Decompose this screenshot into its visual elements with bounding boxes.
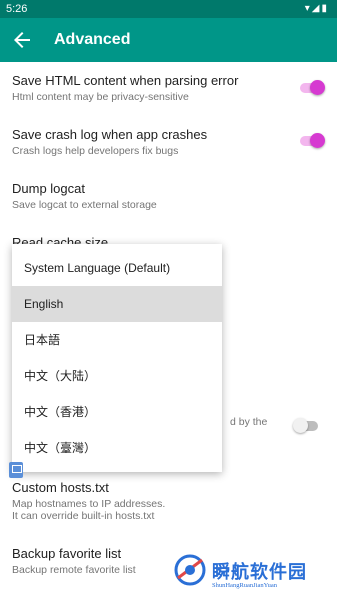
language-dropdown-menu: System Language (Default) English 日本語 中文… [12, 244, 222, 472]
setting-title: Save crash log when app crashes [12, 127, 208, 142]
watermark-text: 瞬航软件园 [212, 562, 307, 583]
switch-thumb [310, 133, 325, 148]
language-option[interactable]: System Language (Default) [12, 250, 222, 286]
language-option[interactable]: 中文（香港） [12, 394, 222, 430]
setting-custom-hosts[interactable]: Custom hosts.txt Map hostnames to IP add… [12, 480, 325, 522]
setting-summary: Html content may be privacy-sensitive [12, 91, 189, 103]
floating-app-icon[interactable] [9, 462, 23, 478]
language-option[interactable]: 日本語 [12, 322, 222, 358]
setting-title: Save HTML content when parsing error [12, 73, 239, 88]
arrow-back-icon[interactable] [10, 28, 34, 52]
status-icons: ▾◢▮ [305, 3, 329, 14]
page-title: Advanced [54, 31, 131, 48]
setting-summary: Map hostnames to IP addresses. It can ov… [12, 498, 166, 522]
wifi-icon: ▾ [304, 3, 312, 14]
setting-summary-partial: d by the [230, 416, 268, 428]
setting-dump-logcat[interactable]: Dump logcat Save logcat to external stor… [12, 181, 325, 211]
language-option-selected[interactable]: English [12, 286, 222, 322]
language-option[interactable]: 中文（大陆） [12, 358, 222, 394]
status-bar: 5:26 ▾◢▮ [0, 0, 337, 18]
switch-thumb [310, 80, 325, 95]
watermark-logo-icon [174, 554, 206, 586]
status-time: 5:26 [6, 3, 28, 15]
setting-save-html[interactable]: Save HTML content when parsing error Htm… [12, 73, 325, 103]
hidden-setting-toggle[interactable] [293, 418, 318, 433]
switch-thumb [293, 418, 308, 433]
setting-title: Custom hosts.txt [12, 480, 109, 495]
battery-icon: ▮ [321, 3, 329, 14]
app-bar: Advanced [0, 18, 337, 62]
save-crash-log-toggle[interactable] [300, 133, 325, 148]
setting-summary: Save logcat to external storage [12, 199, 157, 211]
setting-title: Dump logcat [12, 181, 85, 196]
save-html-toggle[interactable] [300, 80, 325, 95]
watermark: 瞬航软件园 ShunHangRuanJianYuan [172, 552, 332, 598]
watermark-subtext: ShunHangRuanJianYuan [212, 582, 277, 589]
setting-save-crash-log[interactable]: Save crash log when app crashes Crash lo… [12, 127, 325, 157]
setting-summary: Crash logs help developers fix bugs [12, 145, 179, 157]
language-option[interactable]: 中文（臺灣） [12, 430, 222, 466]
